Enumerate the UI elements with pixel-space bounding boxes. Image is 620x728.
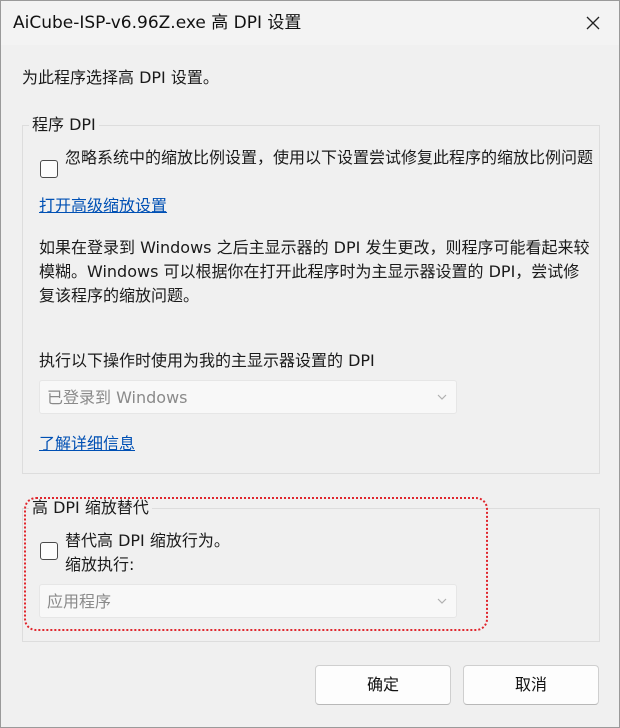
dpi-description: 如果在登录到 Windows 之后主显示器的 DPI 发生更改，则程序可能看起来…	[39, 238, 590, 305]
chevron-down-icon	[437, 394, 447, 400]
title-bar: AiCube-ISP-v6.96Z.exe 高 DPI 设置	[1, 1, 619, 45]
window-title: AiCube-ISP-v6.96Z.exe 高 DPI 设置	[13, 13, 302, 33]
high-dpi-override-group: 高 DPI 缩放替代 替代高 DPI 缩放行为。 缩放执行: 应用程序	[22, 497, 600, 642]
intro-text: 为此程序选择高 DPI 设置。	[22, 68, 219, 87]
high-dpi-override-label[interactable]: 替代高 DPI 缩放行为。 缩放执行:	[65, 529, 565, 577]
override-system-scaling-label[interactable]: 忽略系统中的缩放比例设置，使用以下设置尝试修复此程序的缩放比例问题	[65, 146, 593, 170]
ok-button[interactable]: 确定	[315, 665, 451, 705]
high-dpi-override-label-line1: 替代高 DPI 缩放行为。	[65, 531, 230, 550]
dpi-settings-dialog: AiCube-ISP-v6.96Z.exe 高 DPI 设置 为此程序选择高 D…	[0, 0, 620, 728]
dpi-timing-dropdown[interactable]: 已登录到 Windows	[39, 380, 457, 414]
scaling-performed-by-dropdown[interactable]: 应用程序	[39, 584, 457, 618]
advanced-scaling-link[interactable]: 打开高级缩放设置	[39, 195, 167, 217]
high-dpi-override-checkbox[interactable]	[40, 542, 58, 560]
learn-more-link[interactable]: 了解详细信息	[39, 433, 135, 455]
close-icon	[586, 16, 600, 30]
close-button[interactable]	[567, 1, 619, 45]
scaling-performed-by-value: 应用程序	[47, 592, 112, 611]
cancel-button[interactable]: 取消	[463, 665, 599, 705]
program-dpi-group: 程序 DPI 忽略系统中的缩放比例设置，使用以下设置尝试修复此程序的缩放比例问题…	[22, 114, 600, 474]
dpi-timing-dropdown-value: 已登录到 Windows	[47, 388, 188, 407]
program-dpi-legend: 程序 DPI	[29, 114, 99, 136]
chevron-down-icon	[437, 598, 447, 604]
high-dpi-override-label-line2: 缩放执行:	[65, 555, 135, 574]
override-system-scaling-checkbox[interactable]	[40, 160, 58, 178]
high-dpi-override-legend: 高 DPI 缩放替代	[29, 497, 152, 519]
dpi-dropdown-label: 执行以下操作时使用为我的主显示器设置的 DPI	[39, 351, 375, 370]
